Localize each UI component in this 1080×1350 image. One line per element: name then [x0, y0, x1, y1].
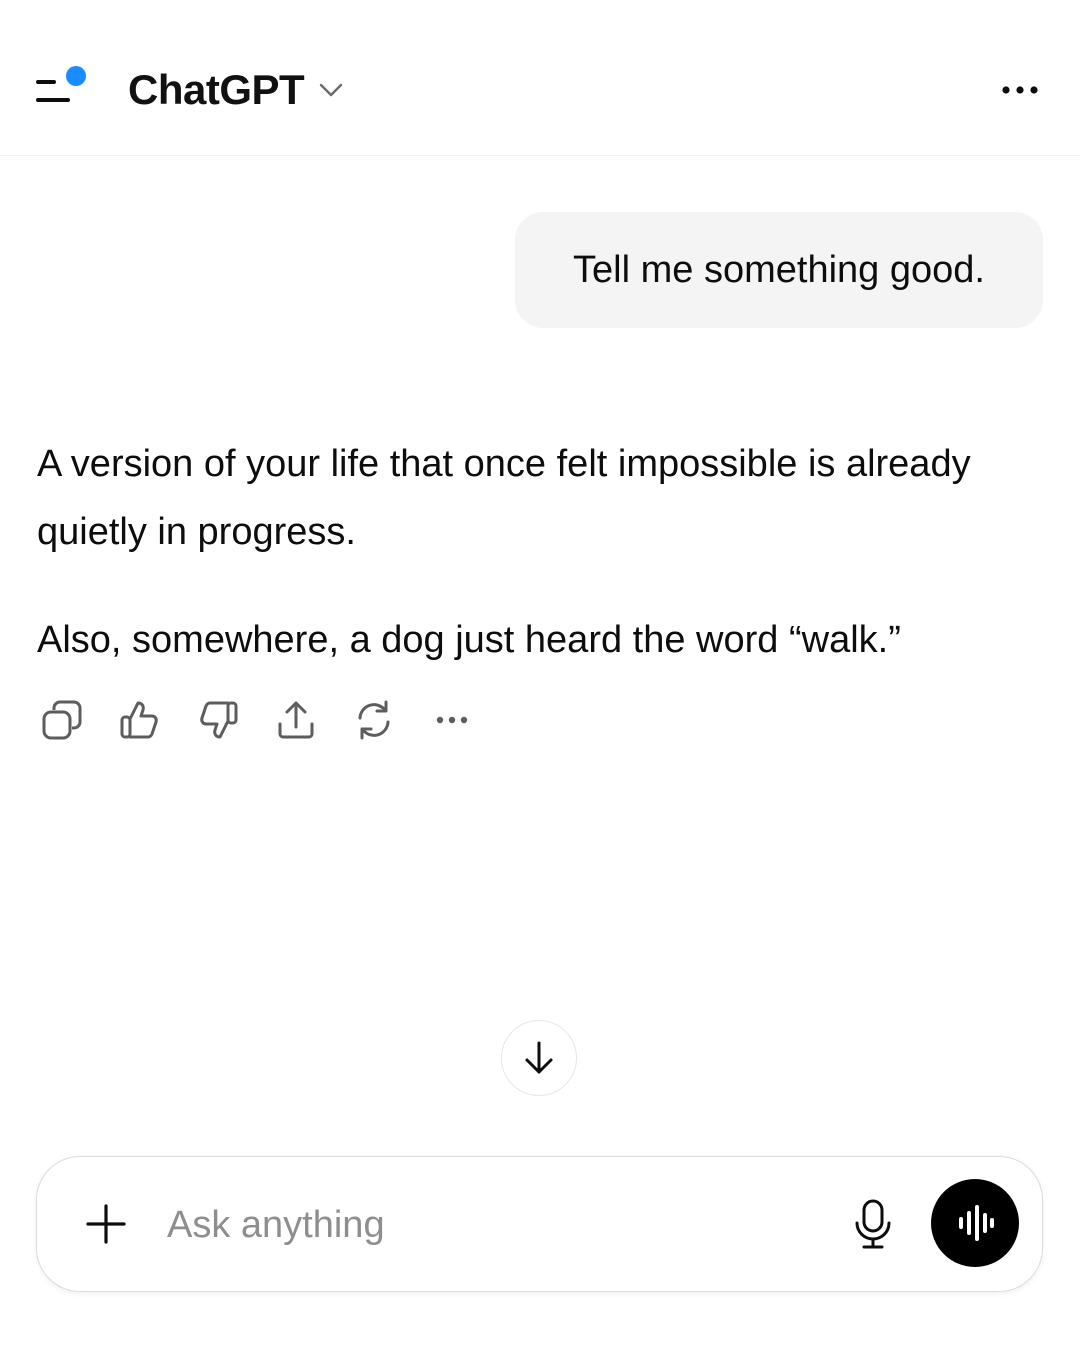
- regenerate-button[interactable]: [348, 694, 400, 746]
- copy-icon: [42, 700, 82, 740]
- ellipsis-icon: [1002, 86, 1038, 94]
- prompt-input[interactable]: [165, 1193, 809, 1257]
- microphone-icon: [855, 1199, 891, 1249]
- sidebar-toggle-button[interactable]: [34, 64, 94, 114]
- more-actions-button[interactable]: [426, 694, 478, 746]
- plus-icon: [86, 1204, 126, 1244]
- regenerate-icon: [358, 700, 390, 740]
- thumbs-up-icon: [120, 701, 158, 739]
- message-composer: [36, 1156, 1043, 1292]
- app-title: ChatGPT: [128, 66, 305, 113]
- attach-button[interactable]: [83, 1201, 129, 1247]
- share-button[interactable]: [270, 694, 322, 746]
- sidebar-menu-icon: [36, 66, 86, 102]
- dictate-button[interactable]: [851, 1197, 895, 1251]
- assistant-message: A version of your life that once felt im…: [37, 430, 1047, 674]
- user-message-text: Tell me something good.: [573, 248, 985, 291]
- more-actions-icon: [436, 716, 468, 724]
- assistant-paragraph: A version of your life that once felt im…: [37, 443, 971, 553]
- user-message-bubble: Tell me something good.: [515, 212, 1043, 328]
- notification-dot: [66, 66, 86, 86]
- bad-response-button[interactable]: [192, 694, 244, 746]
- chevron-down-icon: [319, 83, 343, 97]
- message-actions: [36, 694, 504, 746]
- thumbs-down-icon: [200, 701, 238, 739]
- model-selector[interactable]: ChatGPT: [128, 62, 344, 118]
- assistant-paragraph: Also, somewhere, a dog just heard the wo…: [37, 619, 901, 661]
- scroll-to-bottom-button[interactable]: [501, 1020, 577, 1096]
- voice-mode-icon: [959, 1205, 994, 1241]
- more-options-button[interactable]: [994, 72, 1046, 108]
- voice-mode-button[interactable]: [931, 1179, 1019, 1267]
- share-icon: [278, 701, 314, 739]
- copy-button[interactable]: [36, 694, 88, 746]
- arrow-down-icon: [525, 1041, 553, 1074]
- top-bar: ChatGPT: [0, 0, 1080, 156]
- good-response-button[interactable]: [114, 694, 166, 746]
